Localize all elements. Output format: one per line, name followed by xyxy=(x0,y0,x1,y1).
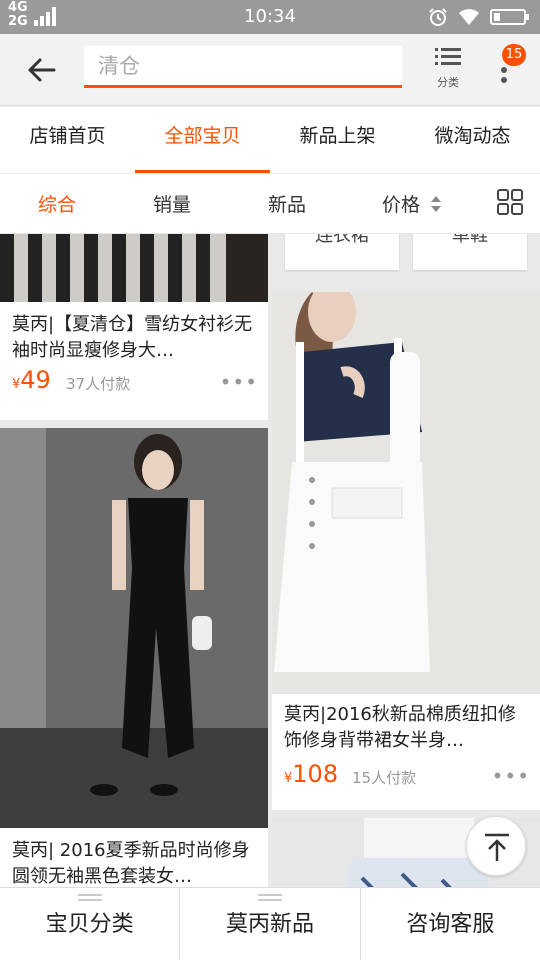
product-title: 莫丙| 2016夏季新品时尚修身圆领无袖黑色套装女… xyxy=(12,840,250,887)
bottom-item-customer-service[interactable]: 咨询客服 xyxy=(359,888,540,960)
product-photo-black-jumpsuit xyxy=(0,428,268,828)
product-price: ¥49 xyxy=(12,366,51,394)
product-sales: 15人付款 xyxy=(352,769,417,787)
tab-weitao-feed[interactable]: 微淘动态 xyxy=(405,107,540,173)
search-box[interactable] xyxy=(84,46,402,88)
product-title: 莫丙|【夏清仓】雪纺女衬衫无袖时尚显瘦修身大… xyxy=(12,314,253,361)
product-image xyxy=(272,292,540,694)
sort-comprehensive[interactable]: 综合 xyxy=(0,190,114,217)
alarm-icon xyxy=(429,8,447,26)
bottom-bar: 宝贝分类 莫丙新品 咨询客服 xyxy=(0,887,540,960)
shop-tabs: 店铺首页 全部宝贝 新品上架 微淘动态 xyxy=(0,107,540,173)
arrow-up-icon xyxy=(485,833,509,861)
sort-sales[interactable]: 销量 xyxy=(114,190,230,217)
back-button[interactable] xyxy=(22,52,62,88)
grip-icon xyxy=(77,894,102,896)
top-bar: 分类 15 xyxy=(0,34,540,106)
product-sales: 37人付款 xyxy=(66,375,131,393)
category-label: 分类 xyxy=(437,76,459,89)
sort-new[interactable]: 新品 xyxy=(230,190,344,217)
more-menu-button[interactable]: 15 xyxy=(488,44,528,96)
more-dots-icon xyxy=(501,67,507,83)
tab-shop-home[interactable]: 店铺首页 xyxy=(0,107,135,173)
sort-bar: 综合 销量 新品 价格 xyxy=(0,174,540,234)
product-feed[interactable]: 连衣裙 单鞋 莫丙|【夏清仓】雪纺女衬衫无袖时尚显瘦修身大… ¥49 37人付款… xyxy=(0,234,540,887)
wifi-icon xyxy=(459,9,479,25)
bottom-item-new-items[interactable]: 莫丙新品 xyxy=(179,888,359,960)
product-card[interactable]: 莫丙|2016秋新品棉质纽扣修饰修身背带裙女半身… ¥108 15人付款 ••• xyxy=(272,292,540,810)
battery-icon xyxy=(490,9,529,25)
product-image xyxy=(0,234,268,302)
sort-arrows-icon xyxy=(431,196,442,212)
bottom-item-label: 宝贝分类 xyxy=(45,912,134,937)
bottom-item-label: 莫丙新品 xyxy=(225,912,314,937)
product-card[interactable]: 莫丙| 2016夏季新品时尚修身圆领无袖黑色套装女… xyxy=(0,428,268,887)
grid-view-icon xyxy=(497,188,523,215)
layout-toggle-button[interactable] xyxy=(480,188,540,219)
tab-new-arrivals[interactable]: 新品上架 xyxy=(270,107,405,173)
bottom-item-label: 咨询客服 xyxy=(406,912,495,937)
product-more-icon[interactable]: ••• xyxy=(492,764,530,788)
grip-icon xyxy=(257,894,282,896)
tab-all-items[interactable]: 全部宝贝 xyxy=(135,107,270,173)
subcategory-dress[interactable]: 连衣裙 xyxy=(285,234,399,270)
list-icon xyxy=(435,48,461,65)
back-arrow-icon xyxy=(28,58,56,82)
bottom-item-categories[interactable]: 宝贝分类 xyxy=(0,888,179,960)
category-button[interactable]: 分类 xyxy=(428,46,468,94)
product-photo-white-overall-dress xyxy=(272,292,540,694)
sort-price[interactable]: 价格 xyxy=(344,190,480,217)
sort-price-label: 价格 xyxy=(381,194,420,216)
search-input[interactable] xyxy=(84,46,402,85)
product-price: ¥108 xyxy=(284,760,339,788)
product-card[interactable]: 莫丙|【夏清仓】雪纺女衬衫无袖时尚显瘦修身大… ¥49 37人付款 ••• xyxy=(0,234,268,420)
back-to-top-button[interactable] xyxy=(466,816,526,876)
product-photo-striped-top xyxy=(0,234,268,302)
product-title: 莫丙|2016秋新品棉质纽扣修饰修身背带裙女半身… xyxy=(284,704,516,751)
status-bar: 4G 2G 10:34 xyxy=(0,0,540,34)
subcategory-shoes[interactable]: 单鞋 xyxy=(413,234,527,270)
product-image xyxy=(0,428,268,828)
product-more-icon[interactable]: ••• xyxy=(220,370,258,394)
